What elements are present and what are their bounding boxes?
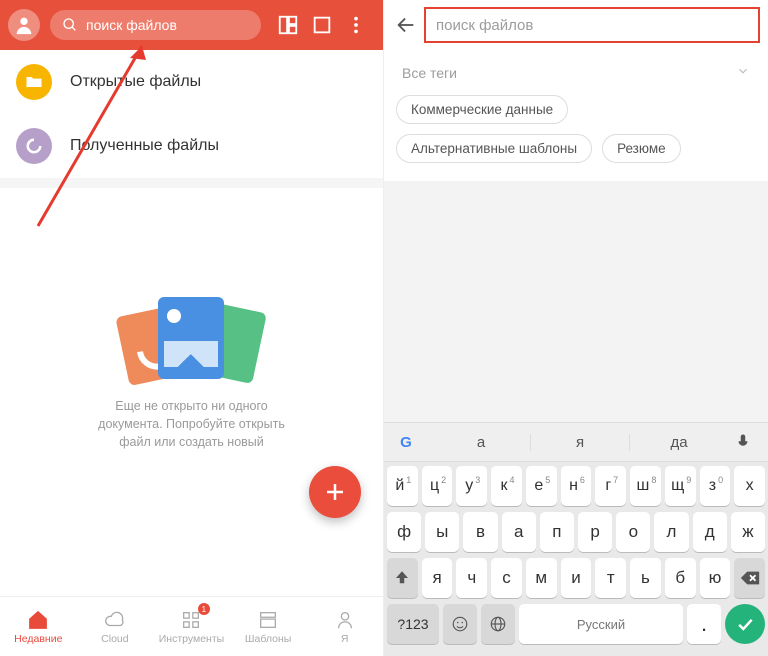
tools-badge: 1 — [198, 603, 210, 615]
key[interactable]: у3 — [456, 466, 487, 506]
nav-templates[interactable]: Шаблоны — [230, 597, 307, 656]
empty-area — [384, 181, 768, 422]
google-icon[interactable]: G — [394, 430, 418, 454]
left-header: поиск файлов — [0, 0, 383, 50]
separator — [0, 178, 383, 188]
key[interactable]: р — [578, 512, 612, 552]
key[interactable]: я — [422, 558, 453, 598]
key[interactable]: г7 — [595, 466, 626, 506]
key[interactable]: т — [595, 558, 626, 598]
quick-access-list: Открытые файлы Полученные файлы — [0, 50, 383, 178]
nav-recent[interactable]: Недавние — [0, 597, 77, 656]
scan-icon[interactable] — [305, 14, 339, 36]
all-tags-toggle[interactable]: Все теги — [384, 50, 768, 87]
key[interactable]: л — [654, 512, 688, 552]
folder-icon — [16, 64, 52, 100]
empty-state: Еще не открыто ни одного документа. Попр… — [0, 188, 383, 596]
right-header: поиск файлов — [384, 0, 768, 50]
key[interactable]: ш8 — [630, 466, 661, 506]
backspace-key[interactable] — [734, 558, 765, 598]
fab-new-document[interactable] — [309, 466, 361, 518]
search-placeholder: поиск файлов — [436, 17, 533, 34]
bottom-nav: Недавние Cloud Инструменты 1 Шаблоны Я — [0, 596, 383, 656]
chip[interactable]: Альтернативные шаблоны — [396, 134, 592, 163]
key[interactable]: й1 — [387, 466, 418, 506]
profile-avatar[interactable] — [8, 9, 40, 41]
spacebar[interactable]: Русский — [519, 604, 683, 644]
radar-icon — [16, 128, 52, 164]
key[interactable]: к4 — [491, 466, 522, 506]
back-button[interactable] — [392, 14, 420, 36]
numeric-key[interactable]: ?123 — [387, 604, 439, 644]
key[interactable]: и — [561, 558, 592, 598]
period-key[interactable]: . — [687, 604, 721, 644]
key[interactable]: ч — [456, 558, 487, 598]
key[interactable]: ы — [425, 512, 459, 552]
nav-tools[interactable]: Инструменты 1 — [153, 597, 230, 656]
empty-illustration — [122, 293, 262, 385]
layout-grid-icon[interactable] — [271, 14, 305, 36]
key[interactable]: о — [616, 512, 650, 552]
key[interactable]: п — [540, 512, 574, 552]
key[interactable]: в — [463, 512, 497, 552]
chip[interactable]: Резюме — [602, 134, 681, 163]
key[interactable]: н6 — [561, 466, 592, 506]
screen-right: поиск файлов Все теги Коммерческие данны… — [384, 0, 768, 656]
more-icon[interactable] — [339, 14, 373, 36]
list-item-label: Полученные файлы — [70, 137, 219, 155]
suggestion[interactable]: а — [432, 434, 530, 451]
key[interactable]: щ9 — [665, 466, 696, 506]
suggestion[interactable]: да — [629, 434, 728, 451]
mic-icon[interactable] — [728, 433, 758, 451]
search-icon — [62, 17, 78, 33]
screen-left: поиск файлов Открытые файлы Полученные ф… — [0, 0, 384, 656]
key[interactable]: ж — [731, 512, 765, 552]
search-bar[interactable]: поиск файлов — [50, 10, 261, 40]
enter-key[interactable] — [725, 604, 765, 644]
list-item-open-files[interactable]: Открытые файлы — [0, 50, 383, 114]
key[interactable]: с — [491, 558, 522, 598]
key[interactable]: ц2 — [422, 466, 453, 506]
keyboard-suggestion-bar: G а я да — [384, 422, 768, 462]
chip[interactable]: Коммерческие данные — [396, 95, 568, 124]
tag-chips: Коммерческие данные Альтернативные шабло… — [384, 87, 768, 181]
empty-text: Еще не открыто ни одного документа. Попр… — [92, 397, 292, 451]
nav-me[interactable]: Я — [306, 597, 383, 656]
suggestion[interactable]: я — [530, 434, 629, 451]
key[interactable]: ю — [700, 558, 731, 598]
nav-cloud[interactable]: Cloud — [77, 597, 154, 656]
key[interactable]: д — [693, 512, 727, 552]
key[interactable]: ь — [630, 558, 661, 598]
key[interactable]: м — [526, 558, 557, 598]
keyboard: й1ц2у3к4е5н6г7ш8щ9з0х фывапролдж ячсмить… — [384, 462, 768, 656]
key[interactable]: х — [734, 466, 765, 506]
emoji-key[interactable] — [443, 604, 477, 644]
language-key[interactable] — [481, 604, 515, 644]
search-placeholder: поиск файлов — [86, 17, 177, 33]
shift-key[interactable] — [387, 558, 418, 598]
key[interactable]: а — [502, 512, 536, 552]
search-input-highlighted[interactable]: поиск файлов — [424, 7, 760, 43]
key[interactable]: ф — [387, 512, 421, 552]
list-item-label: Открытые файлы — [70, 73, 201, 91]
key[interactable]: б — [665, 558, 696, 598]
list-item-received-files[interactable]: Полученные файлы — [0, 114, 383, 178]
chevron-down-icon — [736, 64, 750, 81]
key[interactable]: е5 — [526, 466, 557, 506]
key[interactable]: з0 — [700, 466, 731, 506]
